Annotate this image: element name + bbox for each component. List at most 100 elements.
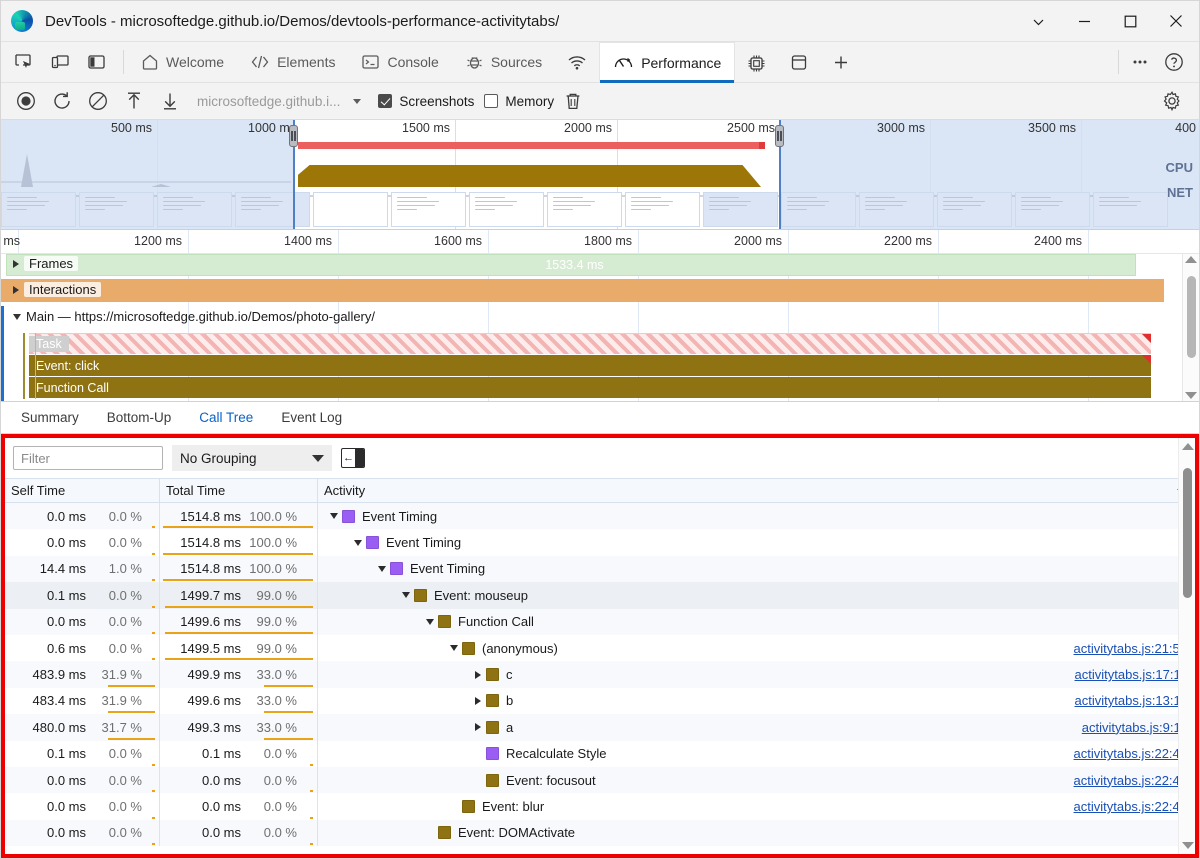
- flame-row-event-click[interactable]: Event: click: [1, 355, 1199, 376]
- tab-sources[interactable]: Sources: [452, 42, 555, 83]
- reload-record-icon[interactable]: [45, 86, 79, 116]
- tab-network[interactable]: [555, 42, 599, 83]
- scroll-up-icon[interactable]: [1185, 256, 1197, 263]
- flame-group-interactions[interactable]: Interactions: [7, 282, 102, 297]
- table-row[interactable]: 483.9 ms 31.9 % 499.9 ms 33.0 % c activitytab…: [5, 661, 1195, 688]
- tab-call-tree[interactable]: Call Tree: [187, 402, 265, 434]
- table-row[interactable]: 483.4 ms 31.9 % 499.6 ms 33.0 % b activitytab…: [5, 687, 1195, 715]
- chevron-down-icon[interactable]: [398, 592, 414, 599]
- tab-application[interactable]: [778, 42, 820, 83]
- table-row[interactable]: 480.0 ms 31.7 % 499.3 ms 33.0 % a activitytab…: [5, 714, 1195, 741]
- source-link[interactable]: activitytabs.js:21:59: [1074, 641, 1187, 656]
- filmstrip-thumbnail[interactable]: [1015, 192, 1090, 227]
- source-link[interactable]: activitytabs.js:22:44: [1074, 746, 1187, 761]
- screenshots-checkbox[interactable]: Screenshots: [378, 94, 474, 109]
- chevron-right-icon[interactable]: [470, 670, 486, 679]
- source-link[interactable]: activitytabs.js:17:11: [1075, 667, 1187, 682]
- tab-summary[interactable]: Summary: [9, 402, 91, 434]
- call-tree-scrollbar[interactable]: [1178, 438, 1195, 854]
- table-row[interactable]: 0.1 ms 0.0 % 0.1 ms 0.0 % Recalculate Style a…: [5, 740, 1195, 767]
- chevron-down-icon[interactable]: [326, 513, 342, 520]
- column-header-self-time[interactable]: Self Time: [5, 479, 160, 502]
- chevron-down-icon[interactable]: [1015, 1, 1061, 41]
- more-options-icon[interactable]: [1123, 45, 1157, 79]
- grouping-select[interactable]: No Grouping: [172, 445, 332, 471]
- chevron-down-icon[interactable]: [350, 539, 366, 546]
- table-row[interactable]: 0.0 ms 0.0 % 1514.8 ms 100.0 % Event Timing: [5, 529, 1195, 556]
- filmstrip-thumbnail[interactable]: [859, 192, 934, 227]
- frame-bar[interactable]: 1533.4 ms: [6, 254, 1136, 276]
- filter-input[interactable]: Filter: [13, 446, 163, 470]
- flame-bar-task[interactable]: Task: [29, 333, 1151, 354]
- scrollbar-thumb[interactable]: [1186, 276, 1196, 358]
- tab-performance[interactable]: Performance: [599, 41, 736, 83]
- scrollbar-thumb[interactable]: [1183, 468, 1192, 598]
- tab-console[interactable]: Console: [348, 42, 451, 83]
- chevron-down-icon[interactable]: [346, 88, 368, 114]
- source-link[interactable]: activitytabs.js:9:11: [1082, 720, 1187, 735]
- table-row[interactable]: 0.0 ms 0.0 % 1499.6 ms 99.0 % Function Call: [5, 608, 1195, 635]
- add-panel-button[interactable]: [820, 42, 862, 83]
- flame-track-frames[interactable]: 1533.4 ms: [1, 254, 1199, 276]
- tab-event-log[interactable]: Event Log: [269, 402, 354, 434]
- chevron-down-icon[interactable]: [422, 618, 438, 625]
- timeline-overview[interactable]: 500 ms 1000 ms 1500 ms 2000 ms 2500 ms 3…: [1, 120, 1199, 230]
- flame-chart[interactable]: 0 ms 1200 ms 1400 ms 1600 ms 1800 ms 200…: [1, 230, 1199, 402]
- close-icon[interactable]: [1153, 1, 1199, 41]
- column-header-activity[interactable]: Activity: [318, 479, 1195, 502]
- screenshot-filmstrip[interactable]: [1, 191, 1199, 229]
- flame-track-interactions[interactable]: [1, 279, 1199, 302]
- filmstrip-thumbnail[interactable]: [469, 192, 544, 227]
- upload-icon[interactable]: [117, 86, 151, 116]
- gear-icon[interactable]: [1155, 86, 1189, 116]
- call-tree-rows[interactable]: 0.0 ms 0.0 % 1514.8 ms 100.0 % Event Timing 0…: [5, 503, 1195, 854]
- inspect-icon[interactable]: [7, 45, 41, 79]
- table-row[interactable]: 0.0 ms 0.0 % 0.0 ms 0.0 % Event: blur activit…: [5, 793, 1195, 820]
- table-row[interactable]: 0.0 ms 0.0 % 0.0 ms 0.0 % Event: DOMActivate: [5, 819, 1195, 847]
- filmstrip-thumbnail[interactable]: [313, 192, 388, 227]
- filmstrip-thumbnail[interactable]: [235, 192, 310, 227]
- help-icon[interactable]: [1157, 45, 1191, 79]
- tab-elements[interactable]: Elements: [237, 42, 348, 83]
- minimize-icon[interactable]: [1061, 1, 1107, 41]
- scroll-up-icon[interactable]: [1182, 443, 1194, 450]
- filmstrip-thumbnail[interactable]: [157, 192, 232, 227]
- filmstrip-thumbnail[interactable]: [625, 192, 700, 227]
- flame-group-frames[interactable]: Frames: [7, 256, 79, 271]
- flame-bar-function-call[interactable]: Function Call: [29, 377, 1151, 398]
- flame-group-main[interactable]: Main — https://microsoftedge.github.io/D…: [7, 309, 375, 324]
- chevron-right-icon[interactable]: [470, 723, 486, 732]
- filmstrip-thumbnail[interactable]: [391, 192, 466, 227]
- table-row[interactable]: 0.0 ms 0.0 % 1514.8 ms 100.0 % Event Timing: [5, 503, 1195, 530]
- filmstrip-thumbnail[interactable]: [1093, 192, 1168, 227]
- trash-icon[interactable]: [556, 86, 590, 116]
- chevron-down-icon[interactable]: [446, 645, 462, 652]
- tab-memory[interactable]: [735, 42, 778, 83]
- source-link[interactable]: activitytabs.js:22:44: [1074, 773, 1187, 788]
- filmstrip-thumbnail[interactable]: [1, 192, 76, 227]
- filmstrip-thumbnail[interactable]: [781, 192, 856, 227]
- scroll-down-icon[interactable]: [1182, 842, 1194, 849]
- table-row[interactable]: 0.1 ms 0.0 % 1499.7 ms 99.0 % Event: mouseup: [5, 582, 1195, 609]
- filmstrip-thumbnail[interactable]: [79, 192, 154, 227]
- collapse-sidebar-icon[interactable]: ←: [341, 448, 365, 468]
- maximize-icon[interactable]: [1107, 1, 1153, 41]
- chevron-right-icon[interactable]: [470, 696, 486, 705]
- source-link[interactable]: activitytabs.js:22:44: [1074, 799, 1187, 814]
- selection-handle-left[interactable]: [289, 125, 298, 147]
- interaction-bar[interactable]: [1, 279, 1164, 302]
- source-link[interactable]: activitytabs.js:13:11: [1075, 693, 1187, 708]
- filmstrip-thumbnail[interactable]: [703, 192, 778, 227]
- table-row[interactable]: 14.4 ms 1.0 % 1514.8 ms 100.0 % Event Timing: [5, 555, 1195, 583]
- filmstrip-thumbnail[interactable]: [547, 192, 622, 227]
- memory-checkbox[interactable]: Memory: [484, 94, 554, 109]
- chevron-down-icon[interactable]: [374, 565, 390, 572]
- device-toggle-icon[interactable]: [43, 45, 77, 79]
- filmstrip-thumbnail[interactable]: [937, 192, 1012, 227]
- column-header-total-time[interactable]: Total Time: [160, 479, 318, 502]
- download-icon[interactable]: [153, 86, 187, 116]
- flame-bar-event-click[interactable]: Event: click: [29, 355, 1151, 376]
- tab-bottom-up[interactable]: Bottom-Up: [95, 402, 184, 434]
- table-row[interactable]: 0.0 ms 0.0 % 0.0 ms 0.0 % Event: focusout act…: [5, 766, 1195, 794]
- flame-scrollbar[interactable]: [1182, 254, 1199, 401]
